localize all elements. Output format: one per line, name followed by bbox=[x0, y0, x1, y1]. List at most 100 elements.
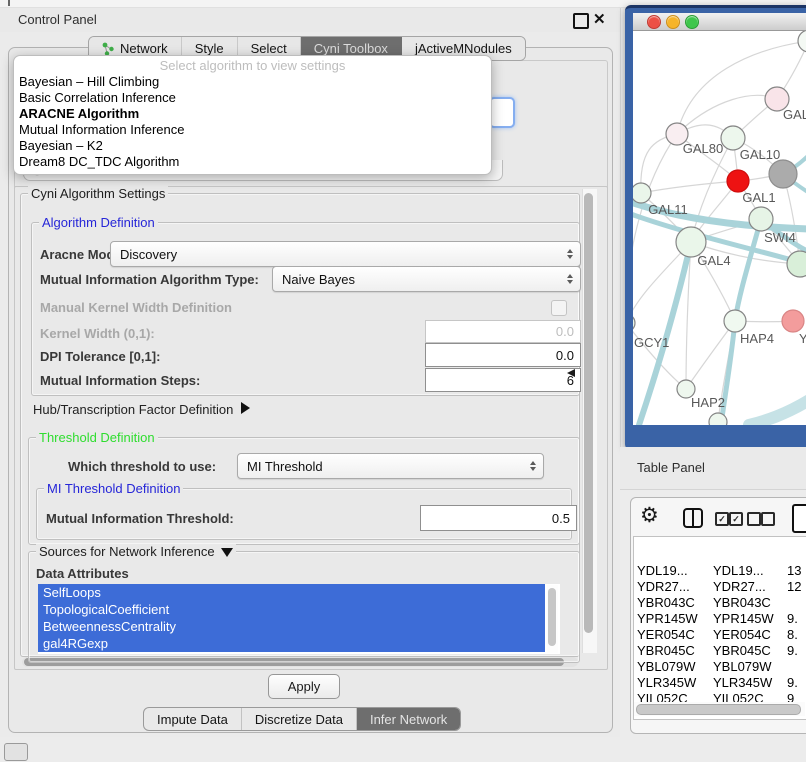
close-traffic-light[interactable] bbox=[647, 15, 661, 29]
table-row[interactable]: YDL19...YDL19...13 bbox=[633, 563, 806, 579]
window-title: Control Panel bbox=[18, 12, 97, 27]
dpi-tolerance-label: DPI Tolerance [0,1]: bbox=[40, 349, 160, 364]
table-cell: YBR043C bbox=[637, 595, 695, 611]
cyni-settings-group-title: Cyni Algorithm Settings bbox=[28, 186, 168, 201]
unchecked-checkbox-icon-2[interactable] bbox=[761, 512, 775, 526]
checked-checkbox-icon-1[interactable]: ✓ bbox=[715, 512, 729, 526]
attribute-item[interactable]: SelfLoops bbox=[38, 584, 545, 601]
table-cell: YER054C bbox=[637, 627, 695, 643]
table-row[interactable]: YPR145WYPR145W9. bbox=[633, 611, 806, 627]
tab-cyni-toolbox-label: Cyni Toolbox bbox=[314, 41, 388, 56]
dpi-tolerance-value: 0.0 bbox=[556, 348, 574, 363]
apply-button[interactable]: Apply bbox=[268, 674, 340, 699]
mi-steps-label: Mutual Information Steps: bbox=[40, 373, 200, 388]
checked-checkbox-icon-2[interactable]: ✓ bbox=[729, 512, 743, 526]
table-row[interactable]: YBL079WYBL079W bbox=[633, 659, 806, 675]
focused-combo-fragment bbox=[489, 97, 515, 128]
algorithm-option[interactable]: Mutual Information Inference bbox=[14, 122, 491, 138]
algorithm-option[interactable]: Dream8 DC_TDC Algorithm bbox=[14, 154, 491, 170]
table-hscrollbar-thumb[interactable] bbox=[636, 704, 801, 715]
aracne-mode-combo[interactable]: Discovery bbox=[110, 241, 581, 267]
kernel-width-label: Kernel Width (0,1): bbox=[40, 326, 155, 341]
manual-kernel-checkbox[interactable] bbox=[551, 300, 567, 316]
network-graph: GALGAL80GAL10GAL1GAL11SWI4GAL4GCY1HAP4YH… bbox=[633, 31, 806, 425]
mi-steps-field[interactable]: 6 bbox=[425, 368, 581, 392]
data-attributes-list: SelfLoopsTopologicalCoefficientBetweenne… bbox=[38, 584, 560, 654]
network-node[interactable] bbox=[798, 31, 806, 52]
sources-group-title[interactable]: Sources for Network Inference bbox=[36, 544, 236, 559]
gear-icon[interactable]: ⚙ bbox=[640, 503, 659, 528]
tab-network-label: Network bbox=[120, 41, 168, 56]
dropdown-item-list: Bayesian – Hill ClimbingBasic Correlatio… bbox=[14, 74, 491, 170]
columns-icon[interactable] bbox=[683, 508, 703, 528]
node-label: GCY1 bbox=[634, 335, 669, 350]
dpi-tolerance-field[interactable]: 0.0 bbox=[425, 343, 581, 367]
algorithm-option[interactable]: Bayesian – K2 bbox=[14, 138, 491, 154]
table-row[interactable]: YDR27...YDR27...12 bbox=[633, 579, 806, 595]
kernel-width-field[interactable]: 0.0 bbox=[425, 320, 581, 343]
top-tick bbox=[8, 0, 10, 6]
table-cell: YDL19... bbox=[713, 563, 764, 579]
minimized-panel-button[interactable] bbox=[4, 743, 28, 761]
expand-right-icon bbox=[241, 402, 250, 414]
network-node-gal11[interactable] bbox=[633, 183, 651, 203]
settings-vscrollbar-thumb[interactable] bbox=[584, 193, 593, 633]
mi-type-combo[interactable]: Naive Bayes bbox=[272, 266, 581, 292]
table-cell: YPR145W bbox=[713, 611, 774, 627]
algorithm-option[interactable]: ARACNE Algorithm bbox=[14, 106, 491, 122]
network-view-window: GALGAL80GAL10GAL1GAL11SWI4GAL4GCY1HAP4YH… bbox=[625, 5, 806, 450]
node-label: Y bbox=[799, 331, 806, 346]
aracne-mode-value: Discovery bbox=[120, 247, 177, 262]
page-icon[interactable] bbox=[792, 504, 806, 533]
network-node-gcy1[interactable] bbox=[633, 314, 635, 332]
mi-type-value: Naive Bayes bbox=[282, 272, 355, 287]
network-node[interactable] bbox=[709, 413, 727, 425]
hub-definition-label: Hub/Transcription Factor Definition bbox=[33, 402, 233, 417]
table-cell: YBL079W bbox=[713, 659, 772, 675]
network-icon bbox=[102, 42, 115, 56]
which-threshold-combo[interactable]: MI Threshold bbox=[237, 453, 544, 479]
mi-threshold-field[interactable]: 0.5 bbox=[420, 505, 577, 531]
algorithm-option[interactable]: Basic Correlation Inference bbox=[14, 90, 491, 106]
tab-style-label: Style bbox=[195, 41, 224, 56]
table-cell: 9. bbox=[787, 611, 798, 627]
tab-impute-data-label: Impute Data bbox=[157, 712, 228, 727]
node-label: GAL4 bbox=[697, 253, 730, 268]
unchecked-checkbox-icon-1[interactable] bbox=[747, 512, 761, 526]
tab-infer-network[interactable]: Infer Network bbox=[357, 708, 460, 730]
attribute-item[interactable]: BetweennessCentrality bbox=[38, 618, 545, 635]
algorithm-definition-title: Algorithm Definition bbox=[39, 215, 158, 230]
network-node[interactable] bbox=[769, 160, 797, 188]
table-row[interactable]: YBR043CYBR043C bbox=[633, 595, 806, 611]
algorithm-option[interactable]: Bayesian – Hill Climbing bbox=[14, 74, 491, 90]
table-panel-header: Table Panel bbox=[620, 447, 806, 490]
table-cell: YDR27... bbox=[713, 579, 766, 595]
tab-discretize-data-label: Discretize Data bbox=[255, 712, 343, 727]
attributes-vscrollbar-thumb[interactable] bbox=[548, 588, 556, 646]
table-row[interactable]: YLR345WYLR345W9. bbox=[633, 675, 806, 691]
network-node[interactable] bbox=[787, 251, 806, 277]
minimize-traffic-light[interactable] bbox=[666, 15, 680, 29]
table-row[interactable]: YER054CYER054C8. bbox=[633, 627, 806, 643]
close-icon[interactable]: ✕ bbox=[593, 10, 606, 28]
network-node-swi4[interactable] bbox=[749, 207, 773, 231]
attribute-item[interactable]: TopologicalCoefficient bbox=[38, 601, 545, 618]
network-node-y[interactable] bbox=[782, 310, 804, 332]
table-row[interactable]: YBR045CYBR045C9. bbox=[633, 643, 806, 659]
collapse-down-icon bbox=[221, 548, 233, 557]
network-canvas[interactable]: GALGAL80GAL10GAL1GAL11SWI4GAL4GCY1HAP4YH… bbox=[633, 31, 806, 425]
dropdown-hint: Select algorithm to view settings bbox=[14, 56, 491, 74]
tab-impute-data[interactable]: Impute Data bbox=[144, 708, 242, 730]
table-cell: 9. bbox=[787, 675, 798, 691]
table-cell: 13 bbox=[787, 563, 801, 579]
zoom-traffic-light[interactable] bbox=[685, 15, 699, 29]
table-cell: YER054C bbox=[713, 627, 771, 643]
network-node-gal1[interactable] bbox=[727, 170, 749, 192]
attribute-item[interactable]: gal4RGexp bbox=[38, 635, 545, 652]
tab-discretize-data[interactable]: Discretize Data bbox=[242, 708, 357, 730]
which-threshold-value: MI Threshold bbox=[247, 459, 323, 474]
network-node-hap4[interactable] bbox=[724, 310, 746, 332]
float-window-icon[interactable] bbox=[573, 13, 589, 29]
hub-definition-expander[interactable]: Hub/Transcription Factor Definition bbox=[33, 402, 250, 417]
manual-kernel-label: Manual Kernel Width Definition bbox=[40, 300, 232, 315]
